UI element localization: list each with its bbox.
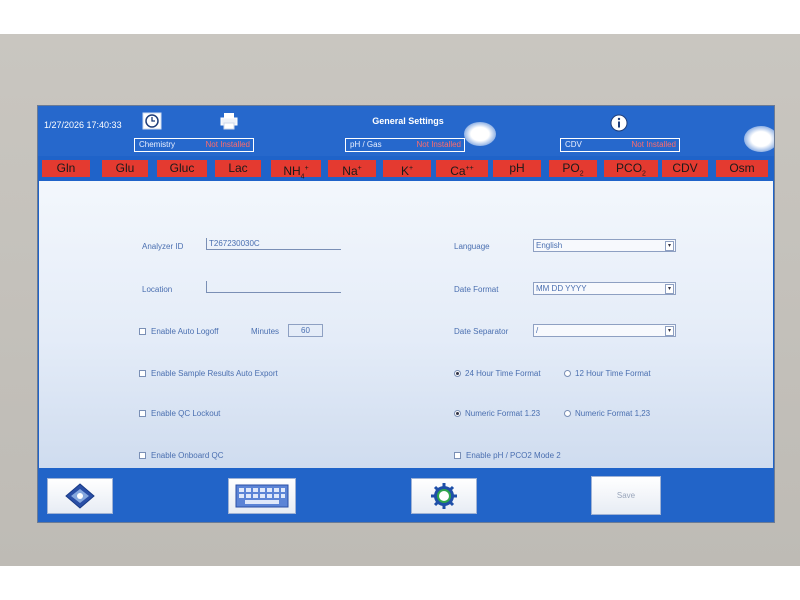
- minutes-field[interactable]: 60: [288, 324, 323, 337]
- numeric-dot-radio[interactable]: [454, 410, 461, 417]
- analyte-ca[interactable]: Ca++: [436, 160, 488, 178]
- header-bar: 1/27/2026 17:40:33 General Settings Chem…: [38, 106, 774, 156]
- status-label: pH / Gas: [350, 140, 382, 149]
- keyboard-icon: [235, 484, 289, 508]
- date-format-label: Date Format: [454, 285, 499, 294]
- analyte-k[interactable]: K+: [383, 160, 431, 178]
- language-label: Language: [454, 242, 490, 251]
- navigation-icon: [65, 483, 95, 509]
- analyte-osm[interactable]: Osm: [716, 160, 768, 177]
- ph-mode-label: Enable pH / PCO2 Mode 2: [466, 451, 561, 460]
- status-cdv: CDV Not Installed: [560, 138, 680, 152]
- status-label: CDV: [565, 140, 582, 149]
- page-title: General Settings: [372, 116, 444, 126]
- onboard-qc-label: Enable Onboard QC: [151, 451, 224, 460]
- chevron-down-icon[interactable]: ▾: [665, 241, 674, 251]
- navigation-button[interactable]: [47, 478, 113, 514]
- keyboard-button[interactable]: [228, 478, 296, 514]
- ph-mode-checkbox[interactable]: [454, 452, 461, 459]
- analyte-nh4[interactable]: NH4+: [271, 160, 321, 180]
- analyte-po2[interactable]: PO2: [549, 160, 597, 177]
- footer-bar: Save: [38, 470, 774, 522]
- screen-glare: [464, 122, 496, 146]
- status-ph-gas: pH / Gas Not Installed: [345, 138, 465, 152]
- chevron-down-icon[interactable]: ▾: [665, 284, 674, 294]
- qc-lockout-label: Enable QC Lockout: [151, 409, 221, 418]
- save-button[interactable]: Save: [591, 476, 661, 515]
- date-separator-value: /: [536, 326, 539, 335]
- time-12-radio[interactable]: [564, 370, 571, 377]
- numeric-comma-radio[interactable]: [564, 410, 571, 417]
- analyte-ph[interactable]: pH: [493, 160, 541, 177]
- qc-lockout-checkbox[interactable]: [139, 410, 146, 417]
- status-chemistry: Chemistry Not Installed: [134, 138, 254, 152]
- analyzer-id-field[interactable]: T267230030C: [206, 238, 341, 250]
- status-value: Not Installed: [416, 140, 461, 149]
- analyte-bar: Gln Glu Gluc Lac NH4+ Na+ K+ Ca++ pH PO2…: [38, 158, 774, 180]
- status-label: Chemistry: [139, 140, 176, 149]
- language-value: English: [536, 241, 563, 250]
- touch-screen: 1/27/2026 17:40:33 General Settings Chem…: [37, 105, 775, 523]
- auto-export-label: Enable Sample Results Auto Export: [151, 369, 278, 378]
- settings-button[interactable]: [411, 478, 477, 514]
- date-format-value: MM DD YYYY: [536, 284, 587, 293]
- date-separator-select[interactable]: / ▾: [533, 324, 676, 337]
- location-label: Location: [142, 285, 173, 294]
- printer-icon[interactable]: [219, 112, 239, 130]
- analyte-lac[interactable]: Lac: [215, 160, 261, 177]
- analyzer-id-label: Analyzer ID: [142, 242, 184, 251]
- analyte-gluc[interactable]: Gluc: [157, 160, 207, 177]
- date-time: 1/27/2026 17:40:33: [44, 120, 122, 130]
- chevron-down-icon[interactable]: ▾: [665, 326, 674, 336]
- auto-export-checkbox[interactable]: [139, 370, 146, 377]
- numeric-comma-label: Numeric Format 1,23: [575, 409, 651, 418]
- settings-panel: Analyzer ID T267230030C Location Enable …: [39, 181, 773, 468]
- date-separator-label: Date Separator: [454, 327, 509, 336]
- analyte-pco2[interactable]: PCO2: [604, 160, 658, 177]
- time-24-label: 24 Hour Time Format: [465, 369, 541, 378]
- time-12-label: 12 Hour Time Format: [575, 369, 651, 378]
- clock-icon[interactable]: [142, 112, 162, 130]
- analyte-cdv[interactable]: CDV: [662, 160, 708, 177]
- date-format-select[interactable]: MM DD YYYY ▾: [533, 282, 676, 295]
- location-field[interactable]: [206, 281, 341, 293]
- status-value: Not Installed: [205, 140, 250, 149]
- onboard-qc-checkbox[interactable]: [139, 452, 146, 459]
- auto-logoff-label: Enable Auto Logoff: [151, 327, 219, 336]
- screen-glare: [744, 126, 774, 152]
- info-icon[interactable]: [609, 114, 629, 132]
- time-24-radio[interactable]: [454, 370, 461, 377]
- analyte-na[interactable]: Na+: [328, 160, 376, 178]
- numeric-dot-label: Numeric Format 1.23: [465, 409, 541, 418]
- analyte-glu[interactable]: Glu: [102, 160, 148, 177]
- status-value: Not Installed: [631, 140, 676, 149]
- analyte-gln[interactable]: Gln: [42, 160, 90, 177]
- auto-logoff-checkbox[interactable]: [139, 328, 146, 335]
- gear-icon: [431, 483, 457, 509]
- language-select[interactable]: English ▾: [533, 239, 676, 252]
- minutes-label: Minutes: [251, 327, 280, 336]
